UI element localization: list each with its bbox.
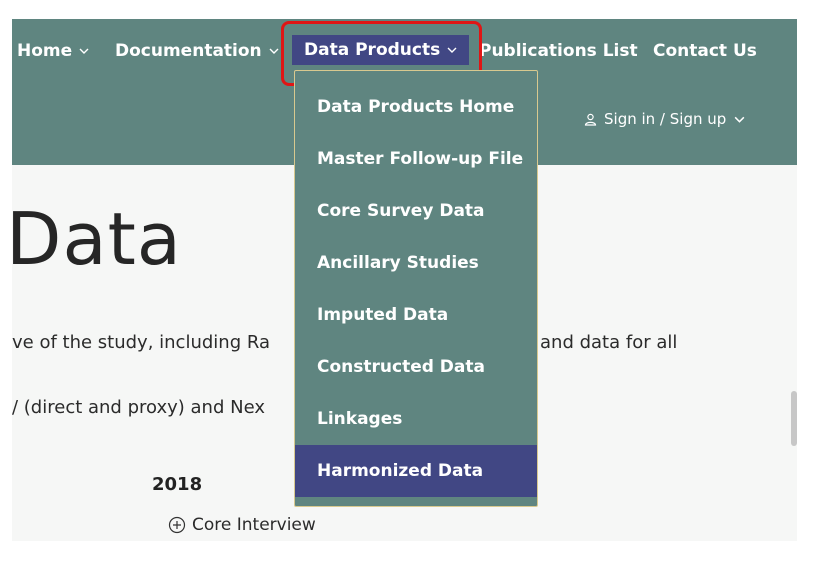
- nav-home-label: Home: [17, 41, 73, 61]
- nav-documentation-label: Documentation: [115, 41, 262, 61]
- dropdown-item-ancillary-studies[interactable]: Ancillary Studies: [295, 237, 537, 289]
- dropdown-item-core-survey-data[interactable]: Core Survey Data: [295, 185, 537, 237]
- chevron-down-icon: [734, 116, 745, 123]
- body-text-line-1-left: ve of the study, including Ra: [12, 332, 270, 353]
- dropdown-item-data-products-home[interactable]: Data Products Home: [295, 81, 537, 133]
- nav-publications-list[interactable]: Publications List: [479, 41, 638, 61]
- sign-in-menu[interactable]: Sign in / Sign up: [584, 110, 746, 128]
- body-text-line-1-right: and data for all: [540, 332, 678, 353]
- data-products-dropdown: Data Products Home Master Follow-up File…: [294, 70, 538, 507]
- body-text-line-2-left: / (direct and proxy) and Nex: [12, 397, 265, 418]
- nav-contact-us[interactable]: Contact Us: [653, 41, 757, 61]
- nav-contact-label: Contact Us: [653, 41, 757, 61]
- sign-in-label: Sign in / Sign up: [604, 110, 727, 128]
- nav-publications-label: Publications List: [479, 41, 638, 61]
- page-viewport: Home Documentation Data Products Publica…: [12, 19, 797, 541]
- scrollbar-thumb[interactable]: [791, 391, 797, 446]
- user-icon: [584, 113, 597, 126]
- core-interview-expander[interactable]: Core Interview: [168, 515, 316, 535]
- dropdown-item-constructed-data[interactable]: Constructed Data: [295, 341, 537, 393]
- year-heading: 2018: [152, 474, 203, 495]
- page-title: Data: [12, 197, 182, 281]
- dropdown-item-master-follow-up-file[interactable]: Master Follow-up File: [295, 133, 537, 185]
- dropdown-item-linkages[interactable]: Linkages: [295, 393, 537, 445]
- nav-documentation[interactable]: Documentation: [115, 41, 280, 61]
- chevron-down-icon: [79, 48, 89, 54]
- plus-circle-icon: [168, 516, 186, 534]
- nav-home[interactable]: Home: [17, 41, 90, 61]
- chevron-down-icon: [269, 48, 279, 54]
- dropdown-item-imputed-data[interactable]: Imputed Data: [295, 289, 537, 341]
- core-interview-label: Core Interview: [192, 515, 316, 535]
- dropdown-item-harmonized-data[interactable]: Harmonized Data: [295, 445, 537, 497]
